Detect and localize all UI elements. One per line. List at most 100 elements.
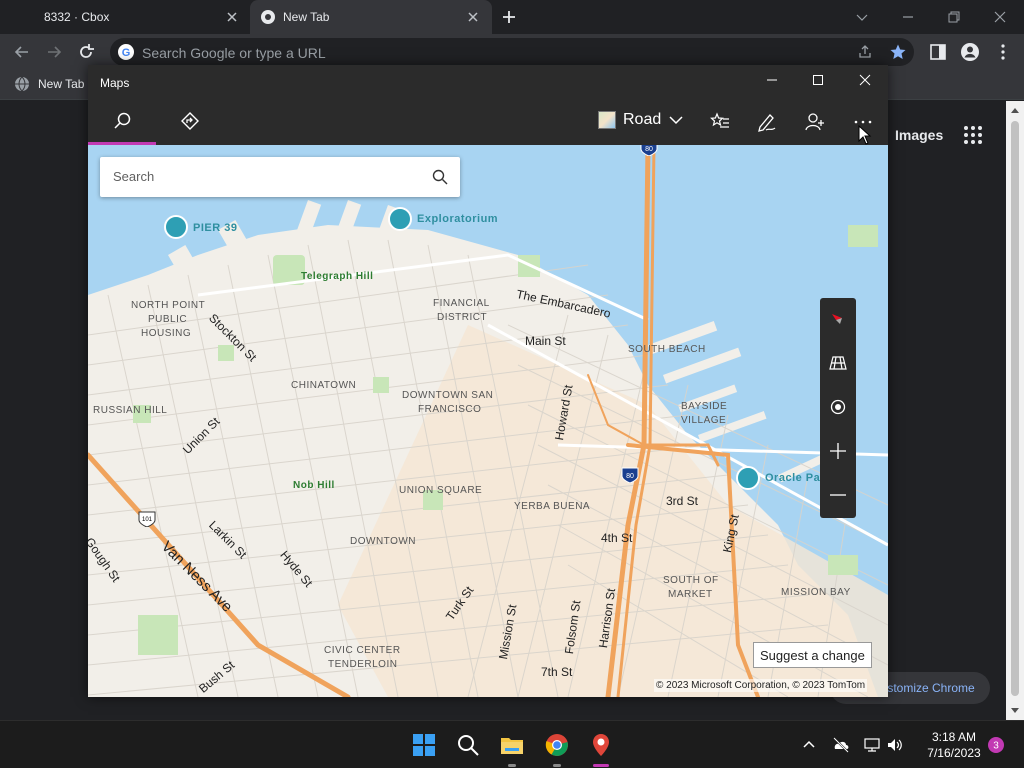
ink-pen-icon[interactable] [756, 111, 778, 133]
maps-window: Maps Road 80 80 101 PIER 39 Exploratoriu… [88, 65, 888, 697]
address-bar[interactable]: G Search Google or type a URL [110, 38, 914, 66]
omnibox-placeholder: Search Google or type a URL [142, 45, 326, 61]
page-scrollbar[interactable] [1006, 101, 1024, 720]
taskbar: 3:18 AM 7/16/2023 [0, 720, 1024, 768]
minimize-icon[interactable] [764, 72, 780, 88]
interstate-shield-icon: 80 [621, 467, 639, 483]
tab-new-tab[interactable]: New Tab [250, 0, 492, 34]
label-mission-bay: MISSION BAY [781, 587, 851, 598]
label-financial: FINANCIAL [433, 298, 490, 309]
label-third-st: 3rd St [666, 494, 699, 508]
onedrive-offline-icon[interactable] [832, 736, 850, 754]
map-search-input[interactable]: Search [100, 157, 460, 197]
images-link[interactable]: Images [895, 127, 943, 143]
close-icon[interactable] [465, 9, 481, 25]
label-bayside-2: VILLAGE [681, 415, 727, 426]
label-civic-2: TENDERLOIN [328, 659, 398, 670]
search-icon[interactable] [432, 169, 448, 185]
zoom-out-icon[interactable] [828, 485, 848, 505]
kebab-menu-icon[interactable] [993, 42, 1013, 62]
label-yerba-buena: YERBA BUENA [514, 501, 591, 512]
map-style-dropdown[interactable]: Road [598, 111, 684, 129]
svg-text:80: 80 [645, 146, 653, 153]
label-civic: CIVIC CENTER [324, 645, 401, 656]
chrome-running-indicator [553, 764, 561, 767]
label-telegraph-hill: Telegraph Hill [301, 271, 374, 282]
bookmark-new-tab[interactable]: New Tab [14, 76, 84, 92]
favorites-icon[interactable] [709, 111, 731, 133]
label-main-st: Main St [525, 334, 566, 348]
account-add-icon[interactable] [804, 111, 826, 133]
bookmark-label: New Tab [38, 77, 85, 91]
interstate-shield-icon: 80 [640, 145, 658, 156]
road-map-thumbnail [598, 111, 616, 129]
back-icon[interactable] [12, 42, 32, 62]
highway-shield-icon: 101 [138, 511, 156, 527]
label-north-point-2: PUBLIC [148, 314, 188, 325]
notification-badge[interactable]: 3 [988, 737, 1004, 753]
scroll-down-icon[interactable] [1011, 706, 1019, 714]
file-explorer-icon[interactable] [500, 733, 524, 757]
search-placeholder: Search [113, 169, 155, 184]
share-icon[interactable] [857, 44, 873, 60]
maps-title: Maps [100, 76, 130, 90]
map-canvas[interactable]: 80 80 101 PIER 39 Exploratorium Oracle P… [88, 145, 888, 697]
search-icon[interactable] [456, 733, 480, 757]
chevron-down-icon [669, 116, 683, 125]
chrome-icon[interactable] [545, 733, 569, 757]
mouse-cursor-icon [858, 125, 872, 145]
tab-strip: 8332 · Cbox New Tab [0, 0, 1024, 34]
reload-icon[interactable] [76, 42, 96, 62]
close-icon[interactable] [857, 72, 873, 88]
volume-icon[interactable] [886, 736, 904, 754]
maps-app-icon[interactable] [589, 733, 613, 757]
label-financial-2: DISTRICT [437, 312, 488, 323]
compass-icon[interactable] [828, 308, 848, 328]
scrollbar-thumb[interactable] [1011, 121, 1019, 696]
directions-tab[interactable] [156, 99, 224, 145]
search-tab[interactable] [88, 99, 156, 145]
close-icon[interactable] [990, 7, 1010, 27]
label-nob-hill: Nob Hill [293, 480, 335, 491]
poi-exploratorium[interactable]: Exploratorium [417, 213, 498, 225]
suggest-change-button[interactable]: Suggest a change [753, 642, 872, 668]
label-russian-hill: RUSSIAN HILL [93, 405, 168, 416]
svg-text:3: 3 [993, 741, 999, 752]
search-icon [114, 112, 131, 129]
scroll-up-icon[interactable] [1011, 107, 1019, 115]
svg-text:G: G [122, 47, 131, 59]
system-clock[interactable]: 3:18 AM 7/16/2023 [918, 729, 990, 761]
plus-icon[interactable] [500, 8, 518, 26]
apps-grid-icon[interactable] [963, 125, 983, 145]
poi-camera-icon[interactable] [164, 215, 188, 239]
label-south-beach: SOUTH BEACH [628, 344, 706, 355]
clock-date: 7/16/2023 [927, 746, 981, 760]
label-downtown-sf: DOWNTOWN SAN [402, 390, 494, 401]
forward-icon[interactable] [44, 42, 64, 62]
label-downtown-sf-2: FRANCISCO [418, 404, 482, 415]
close-icon[interactable] [224, 9, 240, 25]
poi-pier39[interactable]: PIER 39 [193, 222, 237, 234]
poi-museum-icon[interactable] [388, 207, 412, 231]
minimize-icon[interactable] [898, 7, 918, 27]
tab-cbox[interactable]: 8332 · Cbox [0, 0, 250, 34]
side-panel-icon[interactable] [928, 42, 948, 62]
chevron-up-icon[interactable] [800, 736, 818, 754]
windows-start-icon[interactable] [412, 733, 436, 757]
bookmark-star-icon[interactable] [889, 43, 907, 61]
zoom-in-icon[interactable] [828, 441, 848, 461]
tilt-3d-icon[interactable] [828, 353, 848, 373]
chevron-down-icon[interactable] [852, 7, 872, 27]
tab-title: 8332 · Cbox [44, 10, 110, 24]
restore-icon[interactable] [944, 7, 964, 27]
my-location-icon[interactable] [828, 397, 848, 417]
svg-text:101: 101 [142, 517, 153, 523]
maps-active-indicator [593, 764, 609, 767]
clock-time: 3:18 AM [931, 730, 977, 744]
label-union-square: UNION SQUARE [399, 485, 483, 496]
network-icon[interactable] [863, 736, 881, 754]
profile-icon[interactable] [960, 42, 980, 62]
maps-titlebar[interactable]: Maps [88, 65, 888, 99]
poi-stadium-icon[interactable] [736, 466, 760, 490]
maximize-icon[interactable] [810, 72, 826, 88]
